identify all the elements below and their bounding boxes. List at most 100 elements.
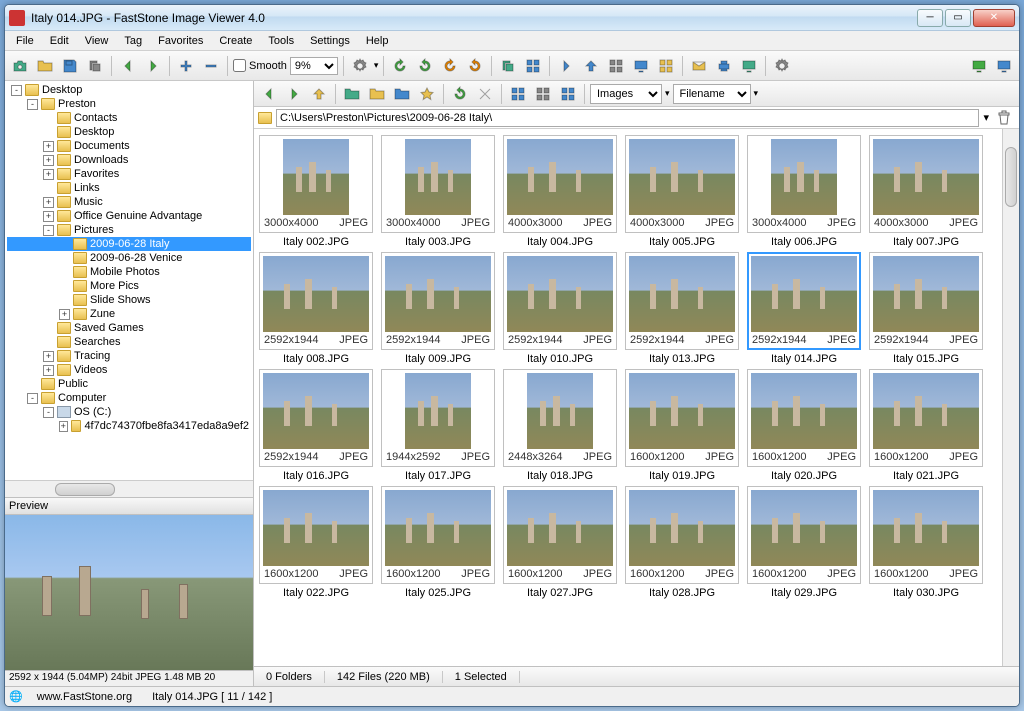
settings-button[interactable]	[771, 55, 793, 77]
thumb-frame[interactable]: 4000x3000JPEG	[625, 135, 739, 233]
thumb-frame[interactable]: 4000x3000JPEG	[869, 135, 983, 233]
thumb-frame[interactable]: 2448x3264JPEG	[503, 369, 617, 467]
tree-node-2009-06-28-venice[interactable]: 2009-06-28 Venice	[7, 251, 251, 265]
rot-ccw-button[interactable]	[439, 55, 461, 77]
flip-h-button[interactable]	[555, 55, 577, 77]
thumb-item[interactable]: 1600x1200JPEG Italy 019.JPG	[623, 369, 741, 482]
expand-icon[interactable]: +	[59, 309, 70, 320]
thumb-item[interactable]: 1600x1200JPEG Italy 020.JPG	[745, 369, 863, 482]
tree-node-desktop[interactable]: -Desktop	[7, 83, 251, 97]
rot-right-button[interactable]	[414, 55, 436, 77]
flip-v-button[interactable]	[580, 55, 602, 77]
thumb-frame[interactable]: 1600x1200JPEG	[259, 486, 373, 584]
thumb-item[interactable]: 1600x1200JPEG Italy 021.JPG	[867, 369, 985, 482]
undo-button[interactable]	[117, 55, 139, 77]
tree-node-videos[interactable]: +Videos	[7, 363, 251, 377]
thumb-frame[interactable]: 1600x1200JPEG	[747, 369, 861, 467]
expand-icon[interactable]: +	[43, 211, 54, 222]
tree-node-slide-shows[interactable]: Slide Shows	[7, 293, 251, 307]
thumb-item[interactable]: 4000x3000JPEG Italy 004.JPG	[501, 135, 619, 248]
tree-node-2009-06-28-italy[interactable]: 2009-06-28 Italy	[7, 237, 251, 251]
new-folder-button[interactable]	[341, 83, 363, 105]
maximize-button[interactable]: ▭	[945, 9, 971, 27]
expand-icon[interactable]: -	[43, 225, 54, 236]
thumb-frame[interactable]: 1944x2592JPEG	[381, 369, 495, 467]
tree-node-documents[interactable]: +Documents	[7, 139, 251, 153]
thumb-item[interactable]: 1600x1200JPEG Italy 025.JPG	[379, 486, 497, 599]
thumb-item[interactable]: 1600x1200JPEG Italy 022.JPG	[257, 486, 375, 599]
tree-node-office-genuine-advantage[interactable]: +Office Genuine Advantage	[7, 209, 251, 223]
delete-button[interactable]	[474, 83, 496, 105]
tree-node-tracing[interactable]: +Tracing	[7, 349, 251, 363]
nav-back-button[interactable]	[258, 83, 280, 105]
titlebar[interactable]: Italy 014.JPG - FastStone Image Viewer 4…	[5, 5, 1019, 31]
tree-node-searches[interactable]: Searches	[7, 335, 251, 349]
refresh-button[interactable]	[449, 83, 471, 105]
thumb-item[interactable]: 2592x1944JPEG Italy 010.JPG	[501, 252, 619, 365]
menu-help[interactable]: Help	[359, 33, 396, 49]
thumb-item[interactable]: 4000x3000JPEG Italy 007.JPG	[867, 135, 985, 248]
zoom-select[interactable]: 9%	[290, 57, 338, 75]
acquire-button[interactable]	[9, 55, 31, 77]
resize-button[interactable]	[630, 55, 652, 77]
thumb-frame[interactable]: 1600x1200JPEG	[625, 369, 739, 467]
thumb-frame[interactable]: 2592x1944JPEG	[869, 252, 983, 350]
expand-icon[interactable]: +	[43, 365, 54, 376]
tree-node-links[interactable]: Links	[7, 181, 251, 195]
menu-create[interactable]: Create	[212, 33, 259, 49]
slideshow-button[interactable]	[968, 55, 990, 77]
expand-icon[interactable]: +	[43, 169, 54, 180]
thumb-frame[interactable]: 1600x1200JPEG	[747, 486, 861, 584]
thumb-frame[interactable]: 1600x1200JPEG	[503, 486, 617, 584]
tree-node-public[interactable]: Public	[7, 377, 251, 391]
close-button[interactable]: ✕	[973, 9, 1015, 27]
smooth-checkbox[interactable]: Smooth	[233, 59, 287, 72]
canvas-button[interactable]	[655, 55, 677, 77]
view-thumb-button[interactable]	[557, 83, 579, 105]
tree-node-computer[interactable]: -Computer	[7, 391, 251, 405]
filter-select[interactable]: Images	[590, 84, 662, 104]
thumb-frame[interactable]: 1600x1200JPEG	[625, 486, 739, 584]
open-button[interactable]	[34, 55, 56, 77]
thumb-item[interactable]: 1600x1200JPEG Italy 030.JPG	[867, 486, 985, 599]
thumb-item[interactable]: 2592x1944JPEG Italy 016.JPG	[257, 369, 375, 482]
thumb-item[interactable]: 3000x4000JPEG Italy 002.JPG	[257, 135, 375, 248]
thumb-item[interactable]: 2592x1944JPEG Italy 008.JPG	[257, 252, 375, 365]
menu-file[interactable]: File	[9, 33, 41, 49]
tree-node-music[interactable]: +Music	[7, 195, 251, 209]
tree-node-mobile-photos[interactable]: Mobile Photos	[7, 265, 251, 279]
select-all-button[interactable]	[507, 83, 529, 105]
thumb-frame[interactable]: 1600x1200JPEG	[869, 486, 983, 584]
view-list-button[interactable]	[532, 83, 554, 105]
menu-favorites[interactable]: Favorites	[151, 33, 210, 49]
expand-icon[interactable]: +	[43, 197, 54, 208]
minimize-button[interactable]: ─	[917, 9, 943, 27]
thumbnail-grid[interactable]: 3000x4000JPEG Italy 002.JPG 3000x4000JPE…	[254, 129, 1002, 666]
status-site[interactable]: www.FastStone.org	[31, 691, 138, 703]
print-button[interactable]	[713, 55, 735, 77]
copy-to-button[interactable]	[391, 83, 413, 105]
move-button[interactable]	[366, 83, 388, 105]
fullscreen-button[interactable]	[993, 55, 1015, 77]
thumb-frame[interactable]: 3000x4000JPEG	[259, 135, 373, 233]
thumb-frame[interactable]: 2592x1944JPEG	[381, 252, 495, 350]
tree-node-zune[interactable]: +Zune	[7, 307, 251, 321]
thumb-frame[interactable]: 4000x3000JPEG	[503, 135, 617, 233]
tree-node-contacts[interactable]: Contacts	[7, 111, 251, 125]
rot-cw-button[interactable]	[464, 55, 486, 77]
thumb-item[interactable]: 3000x4000JPEG Italy 006.JPG	[745, 135, 863, 248]
save-button[interactable]	[59, 55, 81, 77]
nav-fwd-button[interactable]	[283, 83, 305, 105]
expand-icon[interactable]: +	[43, 155, 54, 166]
thumb-frame[interactable]: 2592x1944JPEG	[625, 252, 739, 350]
tree-node-4f7dc74370fbe8fa3417eda8a9ef2[interactable]: +4f7dc74370fbe8fa3417eda8a9ef2	[7, 419, 251, 433]
nav-up-button[interactable]	[308, 83, 330, 105]
thumb-item[interactable]: 2592x1944JPEG Italy 009.JPG	[379, 252, 497, 365]
tree-node-more-pics[interactable]: More Pics	[7, 279, 251, 293]
sort-select[interactable]: Filename	[673, 84, 751, 104]
rot-left-button[interactable]	[389, 55, 411, 77]
tree-node-pictures[interactable]: -Pictures	[7, 223, 251, 237]
menu-view[interactable]: View	[78, 33, 116, 49]
thumb-item[interactable]: 2592x1944JPEG Italy 013.JPG	[623, 252, 741, 365]
fav-button[interactable]	[416, 83, 438, 105]
